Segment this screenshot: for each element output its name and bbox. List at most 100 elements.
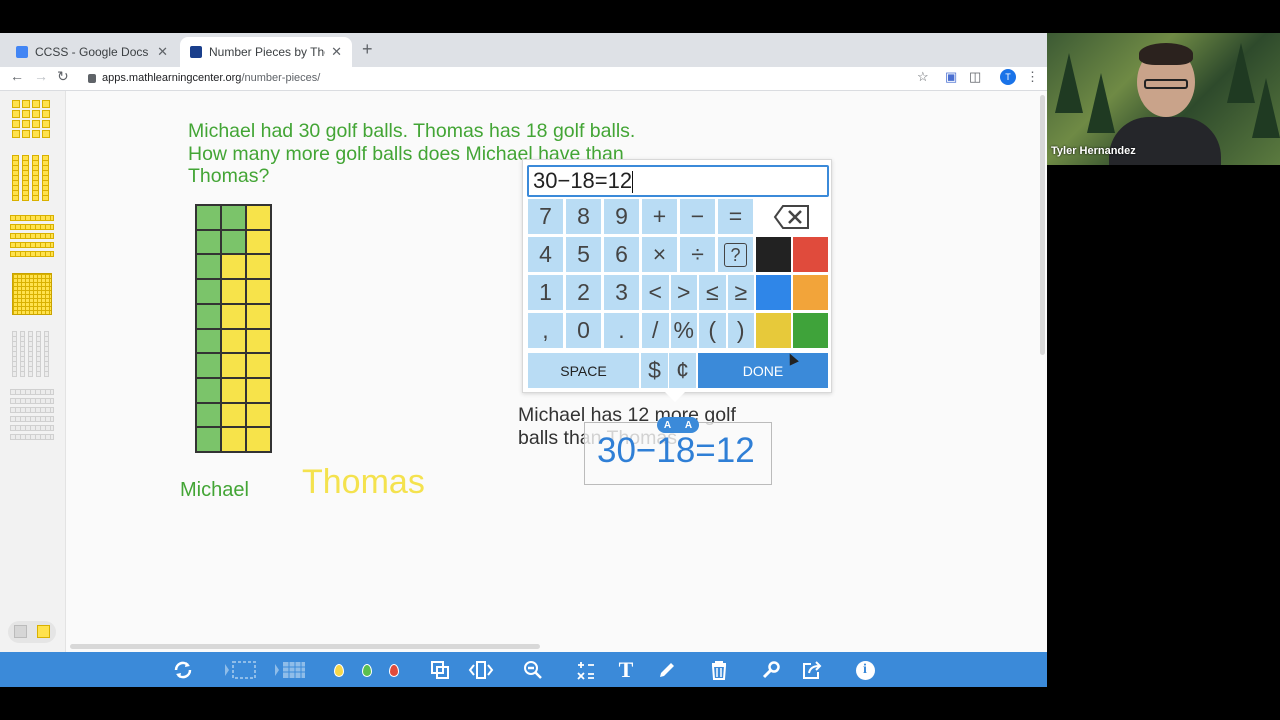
share-icon[interactable] xyxy=(801,659,823,681)
forward-icon[interactable]: → xyxy=(34,68,48,84)
back-icon[interactable]: ← xyxy=(10,68,24,84)
refresh-icon[interactable] xyxy=(172,659,194,681)
key-slash[interactable]: / xyxy=(641,312,670,349)
flip-icon[interactable] xyxy=(468,659,494,681)
keypad-input-field[interactable]: 30−18=12 xyxy=(527,165,829,197)
green-unit-cell xyxy=(196,205,221,230)
text-icon[interactable]: T xyxy=(615,657,637,682)
color-swatch[interactable] xyxy=(755,274,792,311)
decrease-font-button[interactable]: A xyxy=(664,420,671,431)
key-digit-6[interactable]: 6 xyxy=(603,236,640,273)
color-swatch[interactable] xyxy=(755,236,792,273)
zoom-out-icon[interactable] xyxy=(522,659,544,681)
grid-left-icon[interactable] xyxy=(222,659,258,681)
key-greater-than[interactable]: > xyxy=(669,274,698,311)
key-decimal[interactable]: . xyxy=(603,312,640,349)
extension-icon[interactable]: ◫ xyxy=(969,69,981,85)
increase-font-button[interactable]: A xyxy=(685,420,692,431)
yellow-unit-cell xyxy=(221,427,246,452)
key-digit-2[interactable]: 2 xyxy=(565,274,602,311)
number-piece-rods[interactable] xyxy=(195,204,272,453)
tens-horizontal-outline-tool[interactable] xyxy=(10,389,54,440)
font-size-controls[interactable]: A A xyxy=(657,417,699,433)
info-glyph: i xyxy=(855,660,875,680)
color-swatch[interactable] xyxy=(792,274,829,311)
key-equals[interactable]: = xyxy=(717,198,754,235)
key-divide[interactable]: ÷ xyxy=(679,236,716,273)
cent-key[interactable]: ¢ xyxy=(668,352,697,389)
key-digit-8[interactable]: 8 xyxy=(565,198,602,235)
yellow-unit-cell xyxy=(246,254,271,280)
ink-green-icon[interactable] xyxy=(360,659,374,681)
trash-icon[interactable] xyxy=(709,659,729,681)
green-unit-cell xyxy=(196,229,221,255)
key-question[interactable]: ? xyxy=(717,236,754,273)
key-digit-5[interactable]: 5 xyxy=(565,236,602,273)
key-digit-1[interactable]: 1 xyxy=(527,274,564,311)
reload-icon[interactable]: ↻ xyxy=(57,68,69,85)
tens-rods-yellow-tool[interactable] xyxy=(12,155,49,201)
tab-number-pieces[interactable]: Number Pieces by The Math Le ✕ xyxy=(180,37,352,67)
tens-rods-outline-tool[interactable] xyxy=(12,331,49,377)
menu-kebab-icon[interactable]: ⋮ xyxy=(1026,69,1039,85)
translate-extension-icon[interactable]: ▣ xyxy=(945,69,957,85)
green-unit-cell xyxy=(196,279,221,304)
browser-tab-strip: CCSS - Google Docs ✕ Number Pieces by Th… xyxy=(0,33,1047,67)
tools-icon[interactable] xyxy=(761,659,781,681)
close-tab-icon[interactable]: ✕ xyxy=(157,44,168,60)
profile-avatar[interactable]: T xyxy=(1000,69,1016,85)
tree-background xyxy=(1227,43,1255,103)
label-thomas[interactable]: Thomas xyxy=(302,463,425,502)
key-digit-3[interactable]: 3 xyxy=(603,274,640,311)
expression-display: 30−18=12 xyxy=(597,431,755,470)
key-close-paren[interactable]: ) xyxy=(726,312,755,349)
pieces-color-toggle[interactable] xyxy=(8,621,56,643)
ones-units-yellow-tool[interactable] xyxy=(12,100,50,138)
key-comma[interactable]: , xyxy=(527,312,564,349)
new-tab-button[interactable]: + xyxy=(362,39,373,60)
key-greater-equal[interactable]: ≥ xyxy=(726,274,755,311)
key-percent[interactable]: % xyxy=(669,312,698,349)
key-digit-4[interactable]: 4 xyxy=(527,236,564,273)
vertical-scrollbar[interactable] xyxy=(1040,95,1045,355)
key-digit-0[interactable]: 0 xyxy=(565,312,602,349)
horizontal-scrollbar[interactable] xyxy=(70,644,540,649)
done-button[interactable]: DONE xyxy=(697,352,829,389)
backspace-key[interactable] xyxy=(755,198,829,235)
yellow-unit-cell xyxy=(246,402,271,428)
key-digit-9[interactable]: 9 xyxy=(603,198,640,235)
key-minus[interactable]: − xyxy=(679,198,716,235)
label-michael[interactable]: Michael xyxy=(180,479,249,502)
yellow-unit-cell xyxy=(246,279,271,304)
address-bar[interactable]: apps.mathlearningcenter.org/number-piece… xyxy=(82,68,942,88)
key-plus[interactable]: + xyxy=(641,198,678,235)
ink-yellow-icon[interactable] xyxy=(332,659,346,681)
color-swatch[interactable] xyxy=(755,312,792,349)
info-icon[interactable]: i xyxy=(854,659,876,681)
hundreds-square-yellow-tool[interactable] xyxy=(12,273,52,315)
key-times[interactable]: × xyxy=(641,236,678,273)
video-call-tile: Tyler Hernandez xyxy=(1047,33,1280,165)
green-unit-cell xyxy=(196,254,221,280)
key-digit-7[interactable]: 7 xyxy=(527,198,564,235)
color-swatch[interactable] xyxy=(792,312,829,349)
key-open-paren[interactable]: ( xyxy=(698,312,727,349)
tens-horizontal-yellow-tool[interactable] xyxy=(10,215,54,257)
pencil-icon[interactable] xyxy=(657,659,677,681)
ink-red-icon[interactable] xyxy=(387,659,401,681)
yellow-unit-cell xyxy=(221,402,246,428)
bookmark-star-icon[interactable]: ☆ xyxy=(917,69,929,85)
color-swatch[interactable] xyxy=(792,236,829,273)
keypad-input-value: 30−18=12 xyxy=(533,168,633,193)
key-less-than[interactable]: < xyxy=(641,274,670,311)
key-less-equal[interactable]: ≤ xyxy=(698,274,727,311)
dollar-key[interactable]: $ xyxy=(640,352,669,389)
equation-icon[interactable] xyxy=(575,659,597,681)
duplicate-icon[interactable] xyxy=(430,659,450,681)
tab-google-docs[interactable]: CCSS - Google Docs ✕ xyxy=(6,37,178,67)
close-tab-icon[interactable]: ✕ xyxy=(331,44,342,60)
space-key[interactable]: SPACE xyxy=(527,352,640,389)
yellow-unit-cell xyxy=(246,229,271,255)
app-bottom-toolbar: T i xyxy=(0,652,1047,687)
grid-right-icon[interactable] xyxy=(272,659,308,681)
